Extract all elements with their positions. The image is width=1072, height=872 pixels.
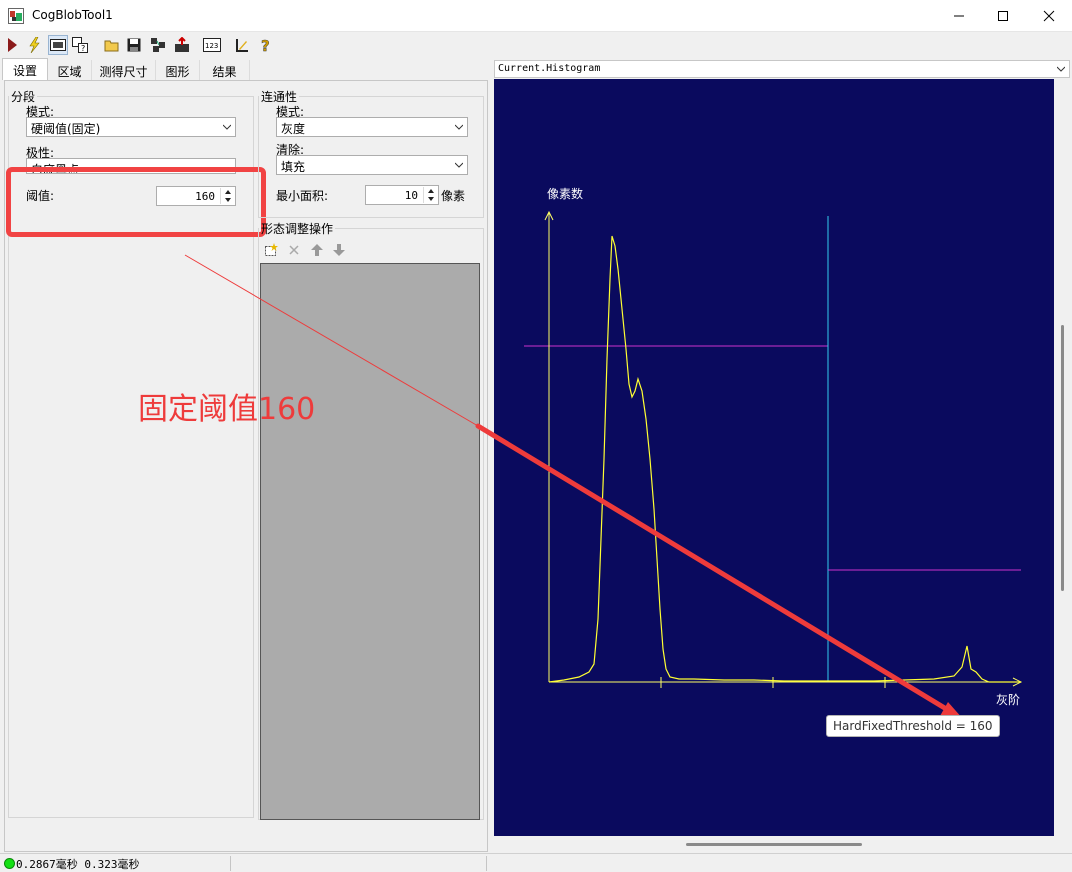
threshold-tooltip: HardFixedThreshold = 160 <box>826 715 1000 737</box>
status-divider <box>486 856 487 871</box>
status-divider <box>230 856 231 871</box>
status-bar: 0.2867毫秒 0.323毫秒 <box>0 853 1072 872</box>
annotation-arrow <box>184 254 963 719</box>
annotation-arrow-thick <box>475 423 951 713</box>
status-ok-icon <box>4 858 15 869</box>
annotation-text: 固定阈值160 <box>138 392 316 427</box>
status-timing: 0.2867毫秒 0.323毫秒 <box>16 858 140 871</box>
